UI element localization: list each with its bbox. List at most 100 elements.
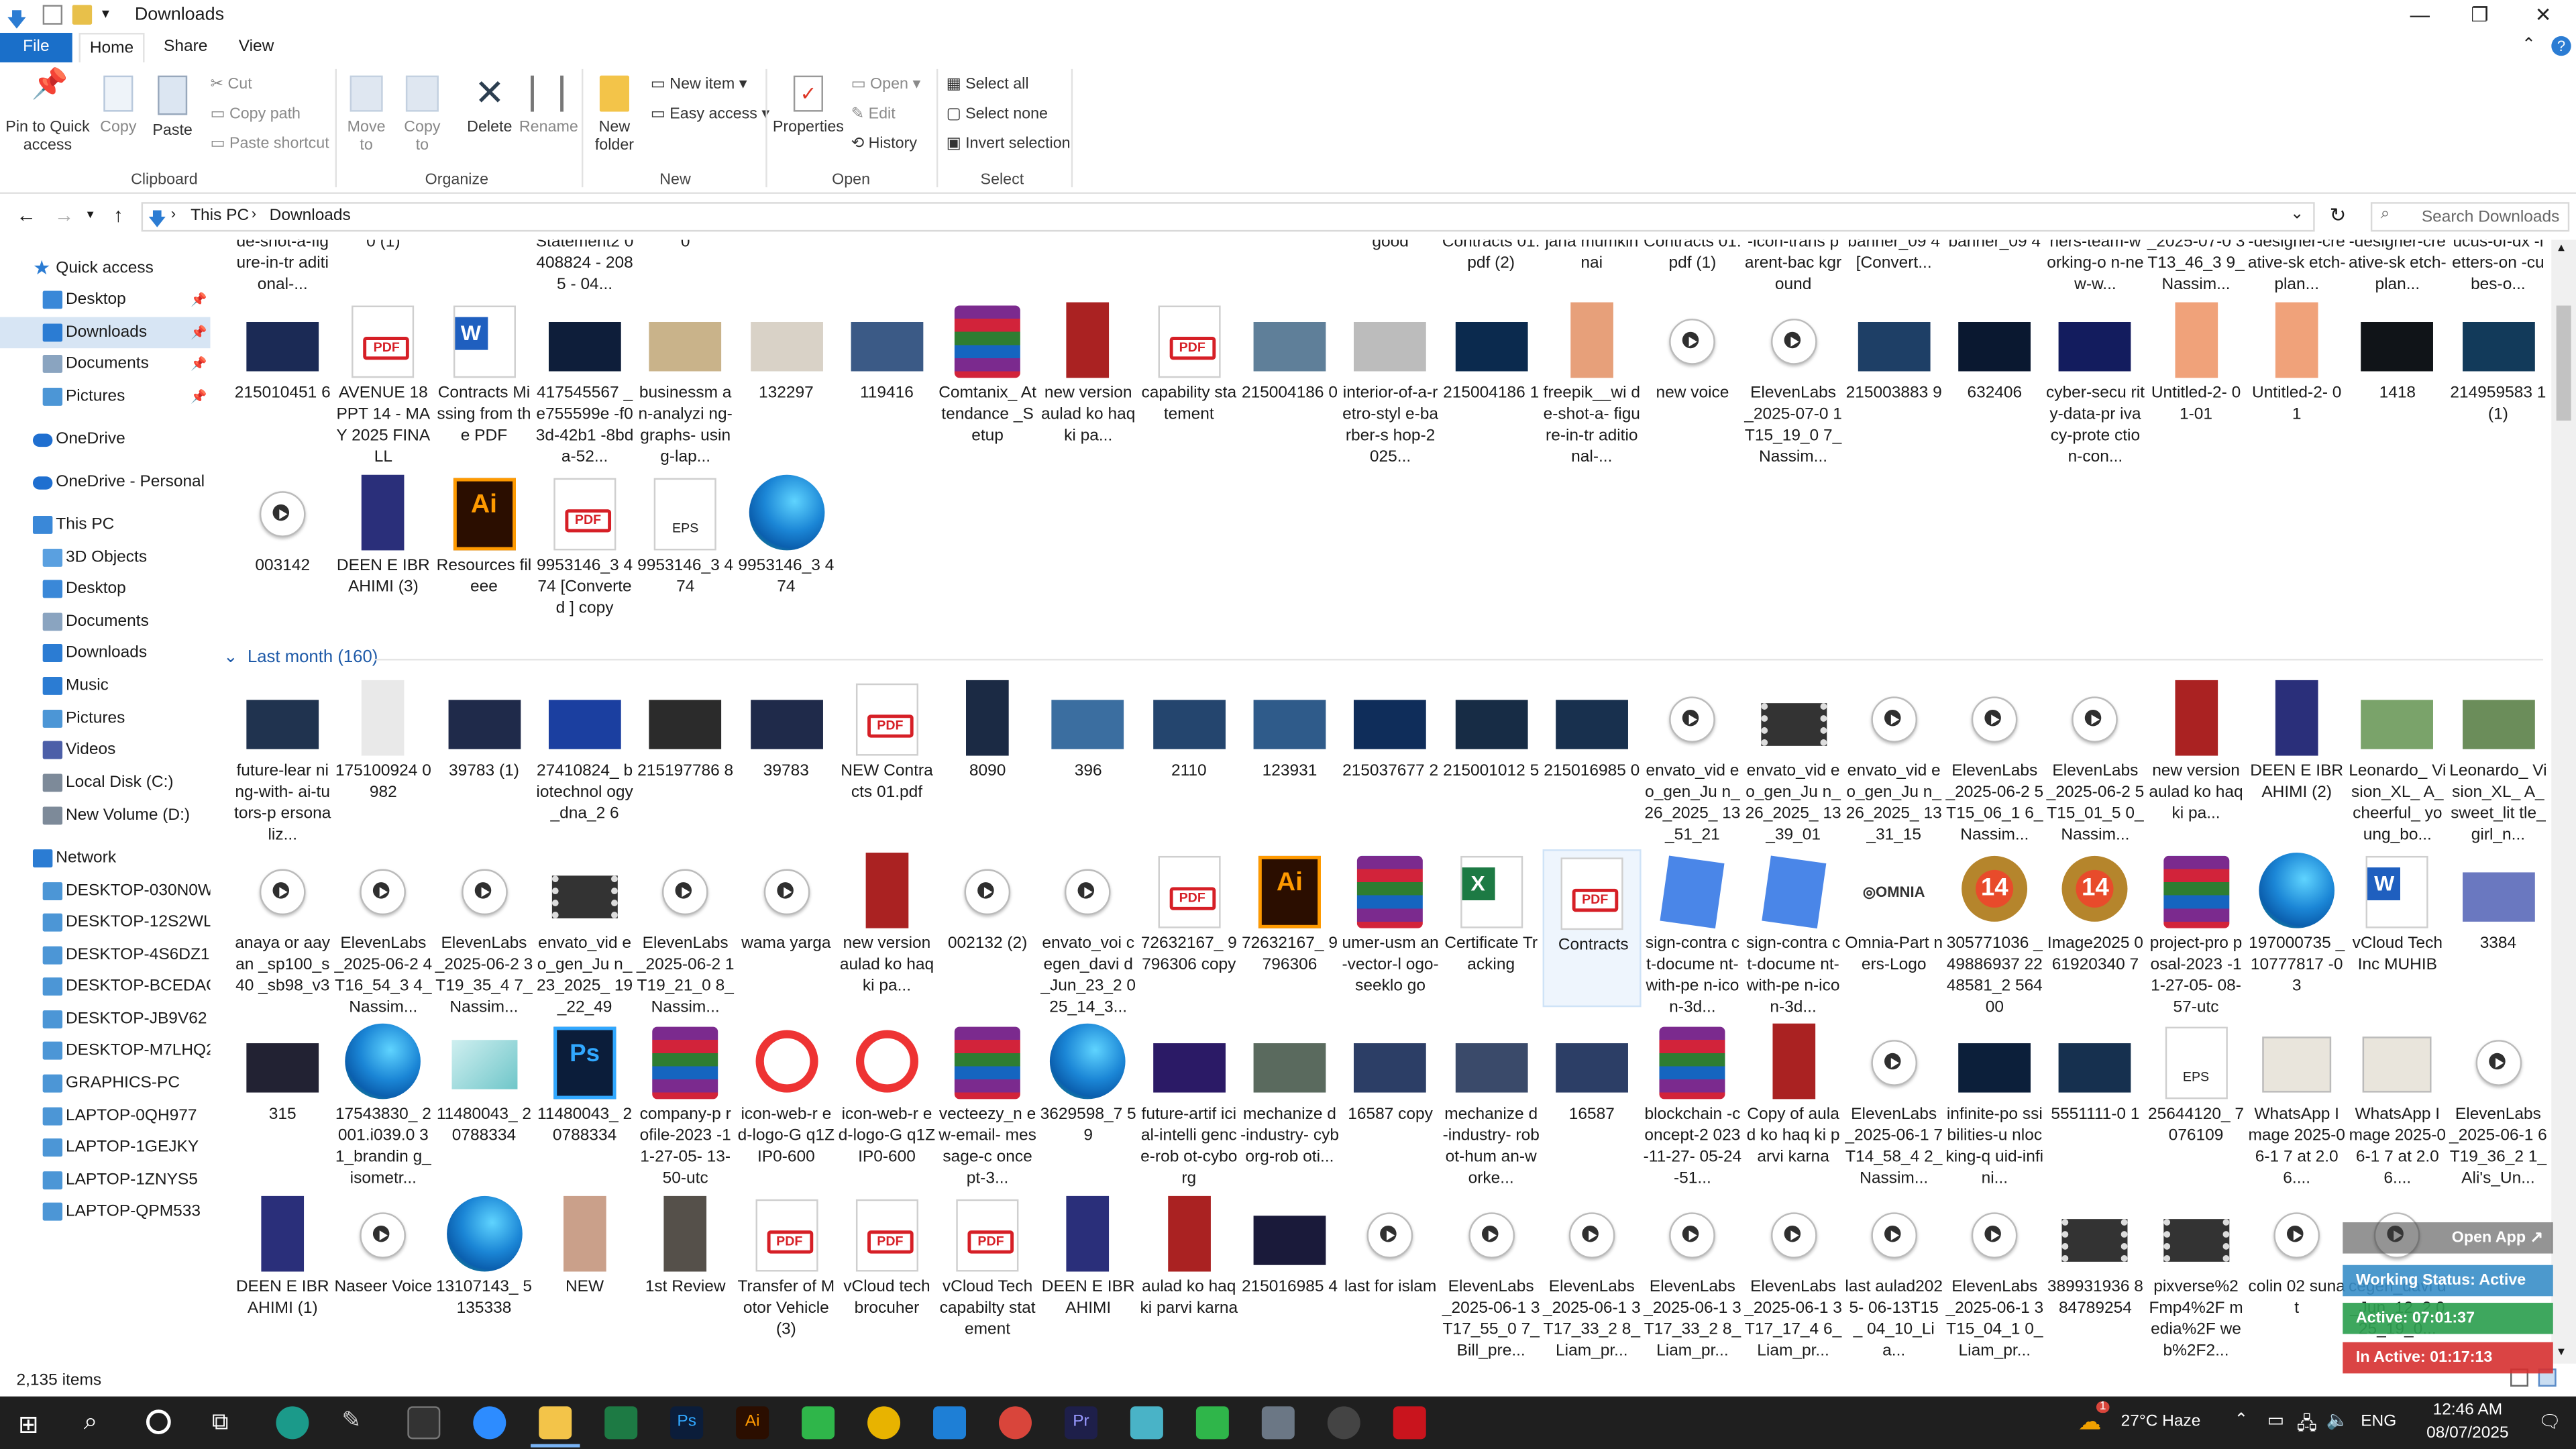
file-item-label[interactable]: -designer-creative-sk etch-plan...	[2348, 240, 2447, 296]
nav-item-desktop-jb9v62[interactable]: DESKTOP-JB9V62	[0, 1004, 210, 1035]
file-item[interactable]: EPS 9953146_3 474	[636, 472, 735, 629]
file-item[interactable]: anaya or aayan _sp100_s40 _sb98_v3	[233, 849, 332, 1007]
file-item[interactable]: 003142	[233, 472, 332, 629]
edit-button[interactable]: ✎ Edit	[851, 105, 896, 123]
file-item[interactable]: new version aulad ko haq ki pa...	[2147, 677, 2245, 835]
open-app-button[interactable]: Open App ↗	[2343, 1222, 2553, 1254]
file-item[interactable]: ElevenLabs _2025-06-2 5T15_01_5 0_Nassim…	[2046, 677, 2145, 845]
file-item[interactable]: Ai 72632167_ 9796306	[1240, 849, 1339, 1007]
cortana-icon[interactable]	[146, 1409, 171, 1434]
file-item[interactable]: last aulad2025- 06-13T15_ 04_10_Lia...	[1845, 1193, 1943, 1360]
folder-quick-icon[interactable]	[72, 5, 93, 25]
file-item[interactable]: 119416	[837, 299, 936, 457]
file-item[interactable]: Ps 11480043_ 20788334	[535, 1020, 634, 1178]
file-item[interactable]: Ai Resources fileee	[435, 472, 533, 629]
battery-icon[interactable]: ▭	[2267, 1409, 2284, 1431]
file-item[interactable]: 197000735 _10777817 -03	[2247, 849, 2346, 1007]
address-box[interactable]: 🡇 › This PC › Downloads ⌄	[141, 202, 2315, 232]
breadcrumb-downloads[interactable]: Downloads	[270, 207, 351, 225]
file-item[interactable]: colin 02 sunat	[2247, 1193, 2346, 1350]
clock-date[interactable]: 08/07/2025	[2415, 1424, 2520, 1442]
file-item-label[interactable]: good	[1341, 240, 1440, 254]
file-item[interactable]: sign-contra ct-docume nt-with-pe n-icon-…	[1643, 849, 1741, 1017]
clock-time[interactable]: 12:46 AM	[2422, 1401, 2514, 1419]
language-indicator[interactable]: ENG	[2361, 1413, 2396, 1431]
edge-taskbar-icon[interactable]	[276, 1406, 309, 1440]
file-item[interactable]: 39783	[737, 677, 835, 835]
file-item-label[interactable]: ners-team-working-o n-new-w...	[2046, 240, 2145, 296]
select-none-button[interactable]: ▢ Select none	[947, 105, 1048, 123]
media-player-taskbar-icon[interactable]	[1327, 1406, 1360, 1440]
file-item[interactable]: ElevenLabs _2025-06-1 3T15_04_1 0_Liam_p…	[1945, 1193, 2044, 1360]
file-item[interactable]: ElevenLabs _2025-06-2 5T15_06_1 6_Nassim…	[1945, 677, 2044, 845]
nav-item-desktop-m7lhq2[interactable]: DESKTOP-M7LHQ2	[0, 1035, 210, 1067]
file-item[interactable]: 13107143_ 5135338	[435, 1193, 533, 1350]
file-item[interactable]: vecteezy_n ew-email- message-c oncept-3.…	[938, 1020, 1037, 1188]
file-item[interactable]: 132297	[737, 299, 835, 457]
properties-quick-icon[interactable]	[42, 5, 63, 25]
help-icon[interactable]: ?	[2551, 36, 2571, 56]
file-item[interactable]: future-artif icial-intelli gence-rob ot-…	[1140, 1020, 1238, 1188]
file-item[interactable]: EPS 25644120_ 7076109	[2147, 1020, 2245, 1178]
file-item[interactable]: company-p rofile-2023 -11-27-05- 13-50-u…	[636, 1020, 735, 1188]
nav-item-new-volume-d-[interactable]: New Volume (D:)	[0, 800, 210, 832]
chrome-profile-taskbar-icon[interactable]	[998, 1406, 1032, 1440]
vscode-taskbar-icon[interactable]	[933, 1406, 967, 1440]
file-item[interactable]: 16587 copy	[1341, 1020, 1440, 1178]
chrome-taskbar-icon[interactable]	[867, 1406, 901, 1440]
file-item[interactable]: 2110	[1140, 677, 1238, 835]
file-item[interactable]: PDF Contracts	[1542, 849, 1642, 1008]
tab-file[interactable]: File	[0, 32, 72, 63]
file-item[interactable]: 417545567 _e755599e -f03d-42b1 -8bda-52.…	[535, 299, 634, 467]
file-item[interactable]: DEEN E IBRAHIMI (1)	[233, 1193, 332, 1350]
maximize-icon[interactable]: ❐	[2471, 3, 2488, 26]
file-item[interactable]: 39783 (1)	[435, 677, 533, 835]
close-icon[interactable]: ✕	[2535, 3, 2552, 26]
file-item-label[interactable]: 0	[636, 240, 735, 254]
file-item[interactable]: DEEN E IBRAHIMI (2)	[2247, 677, 2346, 835]
address-dropdown-icon[interactable]: ⌄	[2290, 205, 2304, 223]
group-header-last-month[interactable]: ⌄ Last month (160)	[223, 647, 378, 667]
file-item-label[interactable]: _2025-07-0 3T13_46_3 9_Nassim...	[2147, 240, 2245, 296]
back-arrow-icon[interactable]: ←	[16, 204, 36, 227]
file-item-label[interactable]: Contracts 01.pdf (2)	[1442, 240, 1540, 274]
select-all-button[interactable]: ▦ Select all	[947, 76, 1029, 94]
file-item[interactable]: 215010451 6	[233, 299, 332, 457]
file-item[interactable]: PDF Transfer of Motor Vehicle (3)	[737, 1193, 835, 1350]
illustrator-taskbar-icon[interactable]: Ai	[736, 1406, 769, 1440]
invert-selection-button[interactable]: ▣ Invert selection	[947, 135, 1071, 153]
file-item[interactable]: 215003883 9	[1845, 299, 1943, 457]
file-item[interactable]: 002132 (2)	[938, 849, 1037, 1007]
file-item[interactable]: PDF NEW Contracts 01.pdf	[837, 677, 936, 835]
file-item-label[interactable]: Contracts 01.pdf (1)	[1643, 240, 1741, 274]
nav-item-network[interactable]: Network	[0, 843, 210, 874]
app3-taskbar-icon[interactable]	[1195, 1406, 1229, 1440]
file-item[interactable]: 389931936 884789254	[2046, 1193, 2145, 1350]
nav-item-this-pc[interactable]: This PC	[0, 509, 210, 541]
open-button[interactable]: ▭ Open ▾	[851, 76, 921, 94]
file-item[interactable]: freepik__wi de-shot-a- figure-in-tr adit…	[1542, 299, 1641, 467]
terminal-taskbar-icon[interactable]	[407, 1406, 441, 1440]
file-item[interactable]: 1st Review	[636, 1193, 735, 1350]
file-item[interactable]: ElevenLabs _2025-06-1 3T17_33_2 8_Liam_p…	[1542, 1193, 1641, 1360]
file-item[interactable]: 175100924 0982	[334, 677, 433, 835]
pin-quick-access-button[interactable]: 📌 Pin to Quick access	[3, 69, 92, 155]
file-item[interactable]: WvCloud Tech Inc MUHIB	[2348, 849, 2447, 1007]
file-item[interactable]: PDF 72632167_ 9796306 copy	[1140, 849, 1238, 1007]
nav-item-local-disk-c-[interactable]: Local Disk (C:)	[0, 767, 210, 799]
file-item[interactable]: project-pro posal-2023 -11-27-05- 08-57-…	[2147, 849, 2245, 1017]
file-item[interactable]: aulad ko haq ki parvi karna	[1140, 1193, 1238, 1350]
scroll-thumb[interactable]	[2556, 305, 2571, 421]
windows-start-icon[interactable]: ⊞	[18, 1409, 39, 1440]
nav-item-documents[interactable]: Documents 📌	[0, 348, 210, 380]
cut-button[interactable]: ✂ Cut	[210, 76, 252, 94]
file-item[interactable]: Untitled-2- 01-01	[2147, 299, 2245, 457]
file-item[interactable]: ◎OMNIA Omnia-Part ners-Logo	[1845, 849, 1943, 1007]
file-item[interactable]: 214959583 1 (1)	[2449, 299, 2547, 457]
file-item[interactable]: future-lear ning-with- ai-tutors-p erson…	[233, 677, 332, 845]
file-item[interactable]: 17543830_ 2001.i039.0 31_brandin g_isome…	[334, 1020, 433, 1188]
file-item[interactable]: ElevenLabs _2025-06-2 1T19_21_0 8_Nassim…	[636, 849, 735, 1017]
file-item[interactable]: Copy of aulad ko haq ki parvi karna	[1744, 1020, 1843, 1178]
file-item[interactable]: interior-of-a-retro-styl e-barber-s hop-…	[1341, 299, 1440, 467]
file-item[interactable]: DEEN E IBRAHIMI	[1039, 1193, 1138, 1350]
